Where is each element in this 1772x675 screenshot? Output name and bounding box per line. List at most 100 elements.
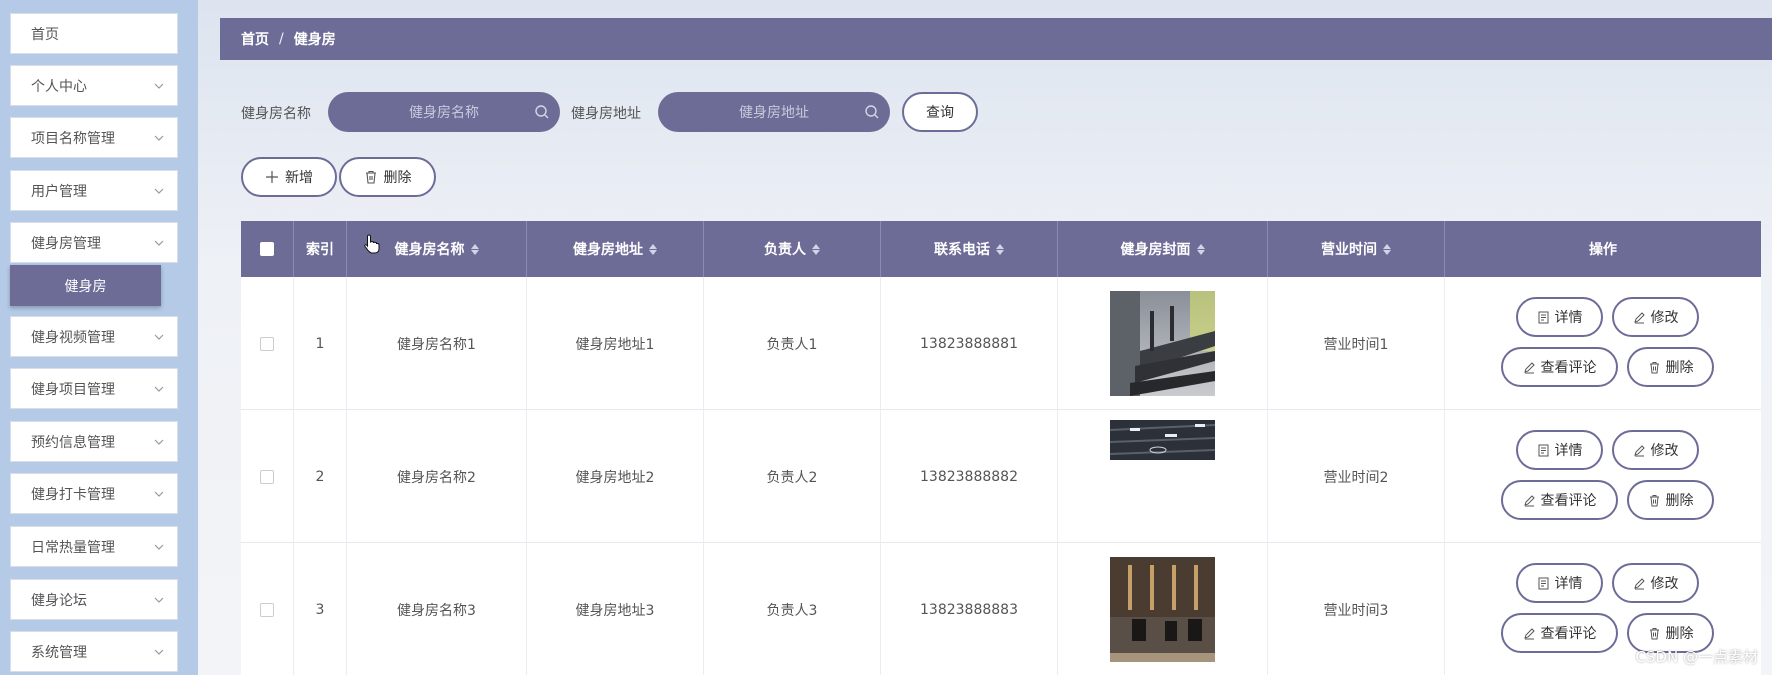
row-checkbox[interactable]: [260, 469, 274, 484]
header-hours[interactable]: 营业时间: [1268, 221, 1445, 277]
bulk-delete-button-label: 删除: [383, 170, 412, 186]
row-select-cell: [241, 277, 294, 410]
index-cell: 3: [294, 543, 347, 675]
sidebar-item-checkin[interactable]: 健身打卡管理: [10, 473, 178, 514]
chevron-down-icon: [154, 439, 164, 445]
pencil-icon: [1523, 361, 1535, 373]
gym-name-input[interactable]: 健身房名称: [328, 92, 560, 132]
sidebar-item-label: 系统管理: [31, 644, 87, 661]
sidebar-item-gym-management[interactable]: 健身房管理: [10, 222, 178, 263]
row-select-cell: [241, 410, 294, 543]
edit-button-label: 修改: [1650, 310, 1679, 326]
breadcrumb: 首页 / 健身房: [220, 18, 1772, 60]
chevron-down-icon: [154, 240, 164, 246]
sort-icon[interactable]: [812, 243, 820, 255]
sort-icon[interactable]: [470, 243, 479, 255]
breadcrumb-home[interactable]: 首页: [241, 29, 269, 49]
delete-button[interactable]: 删除: [1627, 347, 1714, 387]
sidebar-item-label: 首页: [31, 26, 59, 43]
name-cell: 健身房名称2: [347, 410, 527, 543]
table-row: 3 健身房名称3 健身房地址3 负责人3 13823888883 营业时间3 详…: [241, 543, 1761, 675]
document-icon: [1538, 311, 1548, 323]
header-name-label: 健身房名称: [394, 242, 465, 258]
sidebar-item-personal-center[interactable]: 个人中心: [10, 65, 178, 106]
ops-cell: 详情 修改 查看评论 删除: [1445, 410, 1761, 543]
bulk-delete-button[interactable]: 删除: [339, 157, 436, 197]
sort-icon[interactable]: [1383, 243, 1391, 255]
view-comments-button[interactable]: 查看评论: [1501, 347, 1618, 387]
sidebar-item-users[interactable]: 用户管理: [10, 170, 178, 211]
detail-button[interactable]: 详情: [1516, 297, 1603, 337]
select-all-checkbox[interactable]: [260, 242, 274, 256]
header-owner[interactable]: 负责人: [704, 221, 881, 277]
phone-cell: 13823888883: [881, 543, 1058, 675]
view-comments-button-label: 查看评论: [1540, 493, 1597, 509]
header-ops: 操作: [1445, 221, 1761, 277]
document-icon: [1538, 577, 1548, 589]
header-phone-label: 联系电话: [934, 242, 990, 258]
header-address-label: 健身房地址: [573, 242, 643, 258]
sidebar-item-calories[interactable]: 日常热量管理: [10, 526, 178, 567]
sidebar-item-reservations[interactable]: 预约信息管理: [10, 421, 178, 462]
edit-button-label: 修改: [1650, 443, 1679, 459]
header-hours-label: 营业时间: [1321, 242, 1377, 258]
header-cover-label: 健身房封面: [1120, 242, 1191, 258]
sort-icon[interactable]: [996, 243, 1004, 255]
document-icon: [1538, 444, 1548, 456]
gym-address-input[interactable]: 健身房地址: [658, 92, 890, 132]
sidebar-item-label: 健身项目管理: [31, 381, 115, 398]
edit-button[interactable]: 修改: [1612, 430, 1699, 470]
delete-button-label: 删除: [1665, 626, 1694, 642]
sidebar-item-videos[interactable]: 健身视频管理: [10, 316, 178, 357]
sidebar-item-label: 健身打卡管理: [31, 486, 115, 503]
detail-button-label: 详情: [1554, 310, 1583, 326]
detail-button-label: 详情: [1554, 443, 1583, 459]
sidebar-item-projects[interactable]: 健身项目管理: [10, 368, 178, 409]
edit-button[interactable]: 修改: [1612, 563, 1699, 603]
sidebar-item-label: 健身房管理: [31, 235, 101, 252]
breadcrumb-current: 健身房: [293, 32, 336, 48]
header-cover[interactable]: 健身房封面: [1058, 221, 1268, 277]
chevron-down-icon: [154, 649, 164, 655]
chevron-down-icon: [154, 83, 164, 89]
cover-cell: [1058, 410, 1268, 543]
edit-button[interactable]: 修改: [1612, 297, 1699, 337]
name-cell: 健身房名称3: [347, 543, 527, 675]
detail-button[interactable]: 详情: [1516, 563, 1603, 603]
row-select-cell: [241, 543, 294, 675]
header-index: 索引: [294, 221, 347, 277]
delete-button-label: 删除: [1665, 493, 1694, 509]
delete-button-label: 删除: [1665, 360, 1694, 376]
sidebar-item-system[interactable]: 系统管理: [10, 631, 178, 672]
add-button[interactable]: 新增: [241, 157, 337, 197]
header-select-all[interactable]: [241, 221, 294, 277]
pencil-icon: [1523, 627, 1535, 639]
hours-cell: 营业时间3: [1268, 543, 1445, 675]
cover-cell: [1058, 543, 1268, 675]
address-cell: 健身房地址2: [527, 410, 704, 543]
trash-icon: [1649, 627, 1659, 639]
sidebar-item-home[interactable]: 首页: [10, 13, 178, 54]
detail-button[interactable]: 详情: [1516, 430, 1603, 470]
treadmill-row-image: [1110, 291, 1215, 396]
delete-button[interactable]: 删除: [1627, 480, 1714, 520]
gym-address-label: 健身房地址: [571, 106, 641, 122]
view-comments-button[interactable]: 查看评论: [1501, 480, 1618, 520]
sidebar-subitem-gym[interactable]: 健身房: [10, 265, 161, 306]
gym-address-placeholder: 健身房地址: [739, 105, 809, 121]
sort-icon[interactable]: [649, 243, 657, 255]
row-checkbox[interactable]: [260, 602, 274, 617]
header-phone[interactable]: 联系电话: [881, 221, 1058, 277]
view-comments-button[interactable]: 查看评论: [1501, 613, 1618, 653]
sort-icon[interactable]: [1196, 243, 1205, 255]
breadcrumb-separator: /: [279, 31, 284, 47]
watermark: CSDN @一点素材: [1635, 648, 1758, 666]
table-row: 1 健身房名称1 健身房地址1 负责人1 13823888881 营业时间1 详…: [241, 277, 1761, 410]
ops-cell: 详情 修改 查看评论 删除: [1445, 277, 1761, 410]
sidebar-item-project-names[interactable]: 项目名称管理: [10, 117, 178, 158]
hours-cell: 营业时间2: [1268, 410, 1445, 543]
row-checkbox[interactable]: [260, 336, 274, 351]
query-button[interactable]: 查询: [902, 92, 978, 132]
header-address[interactable]: 健身房地址: [527, 221, 704, 277]
sidebar-item-forum[interactable]: 健身论坛: [10, 579, 178, 620]
